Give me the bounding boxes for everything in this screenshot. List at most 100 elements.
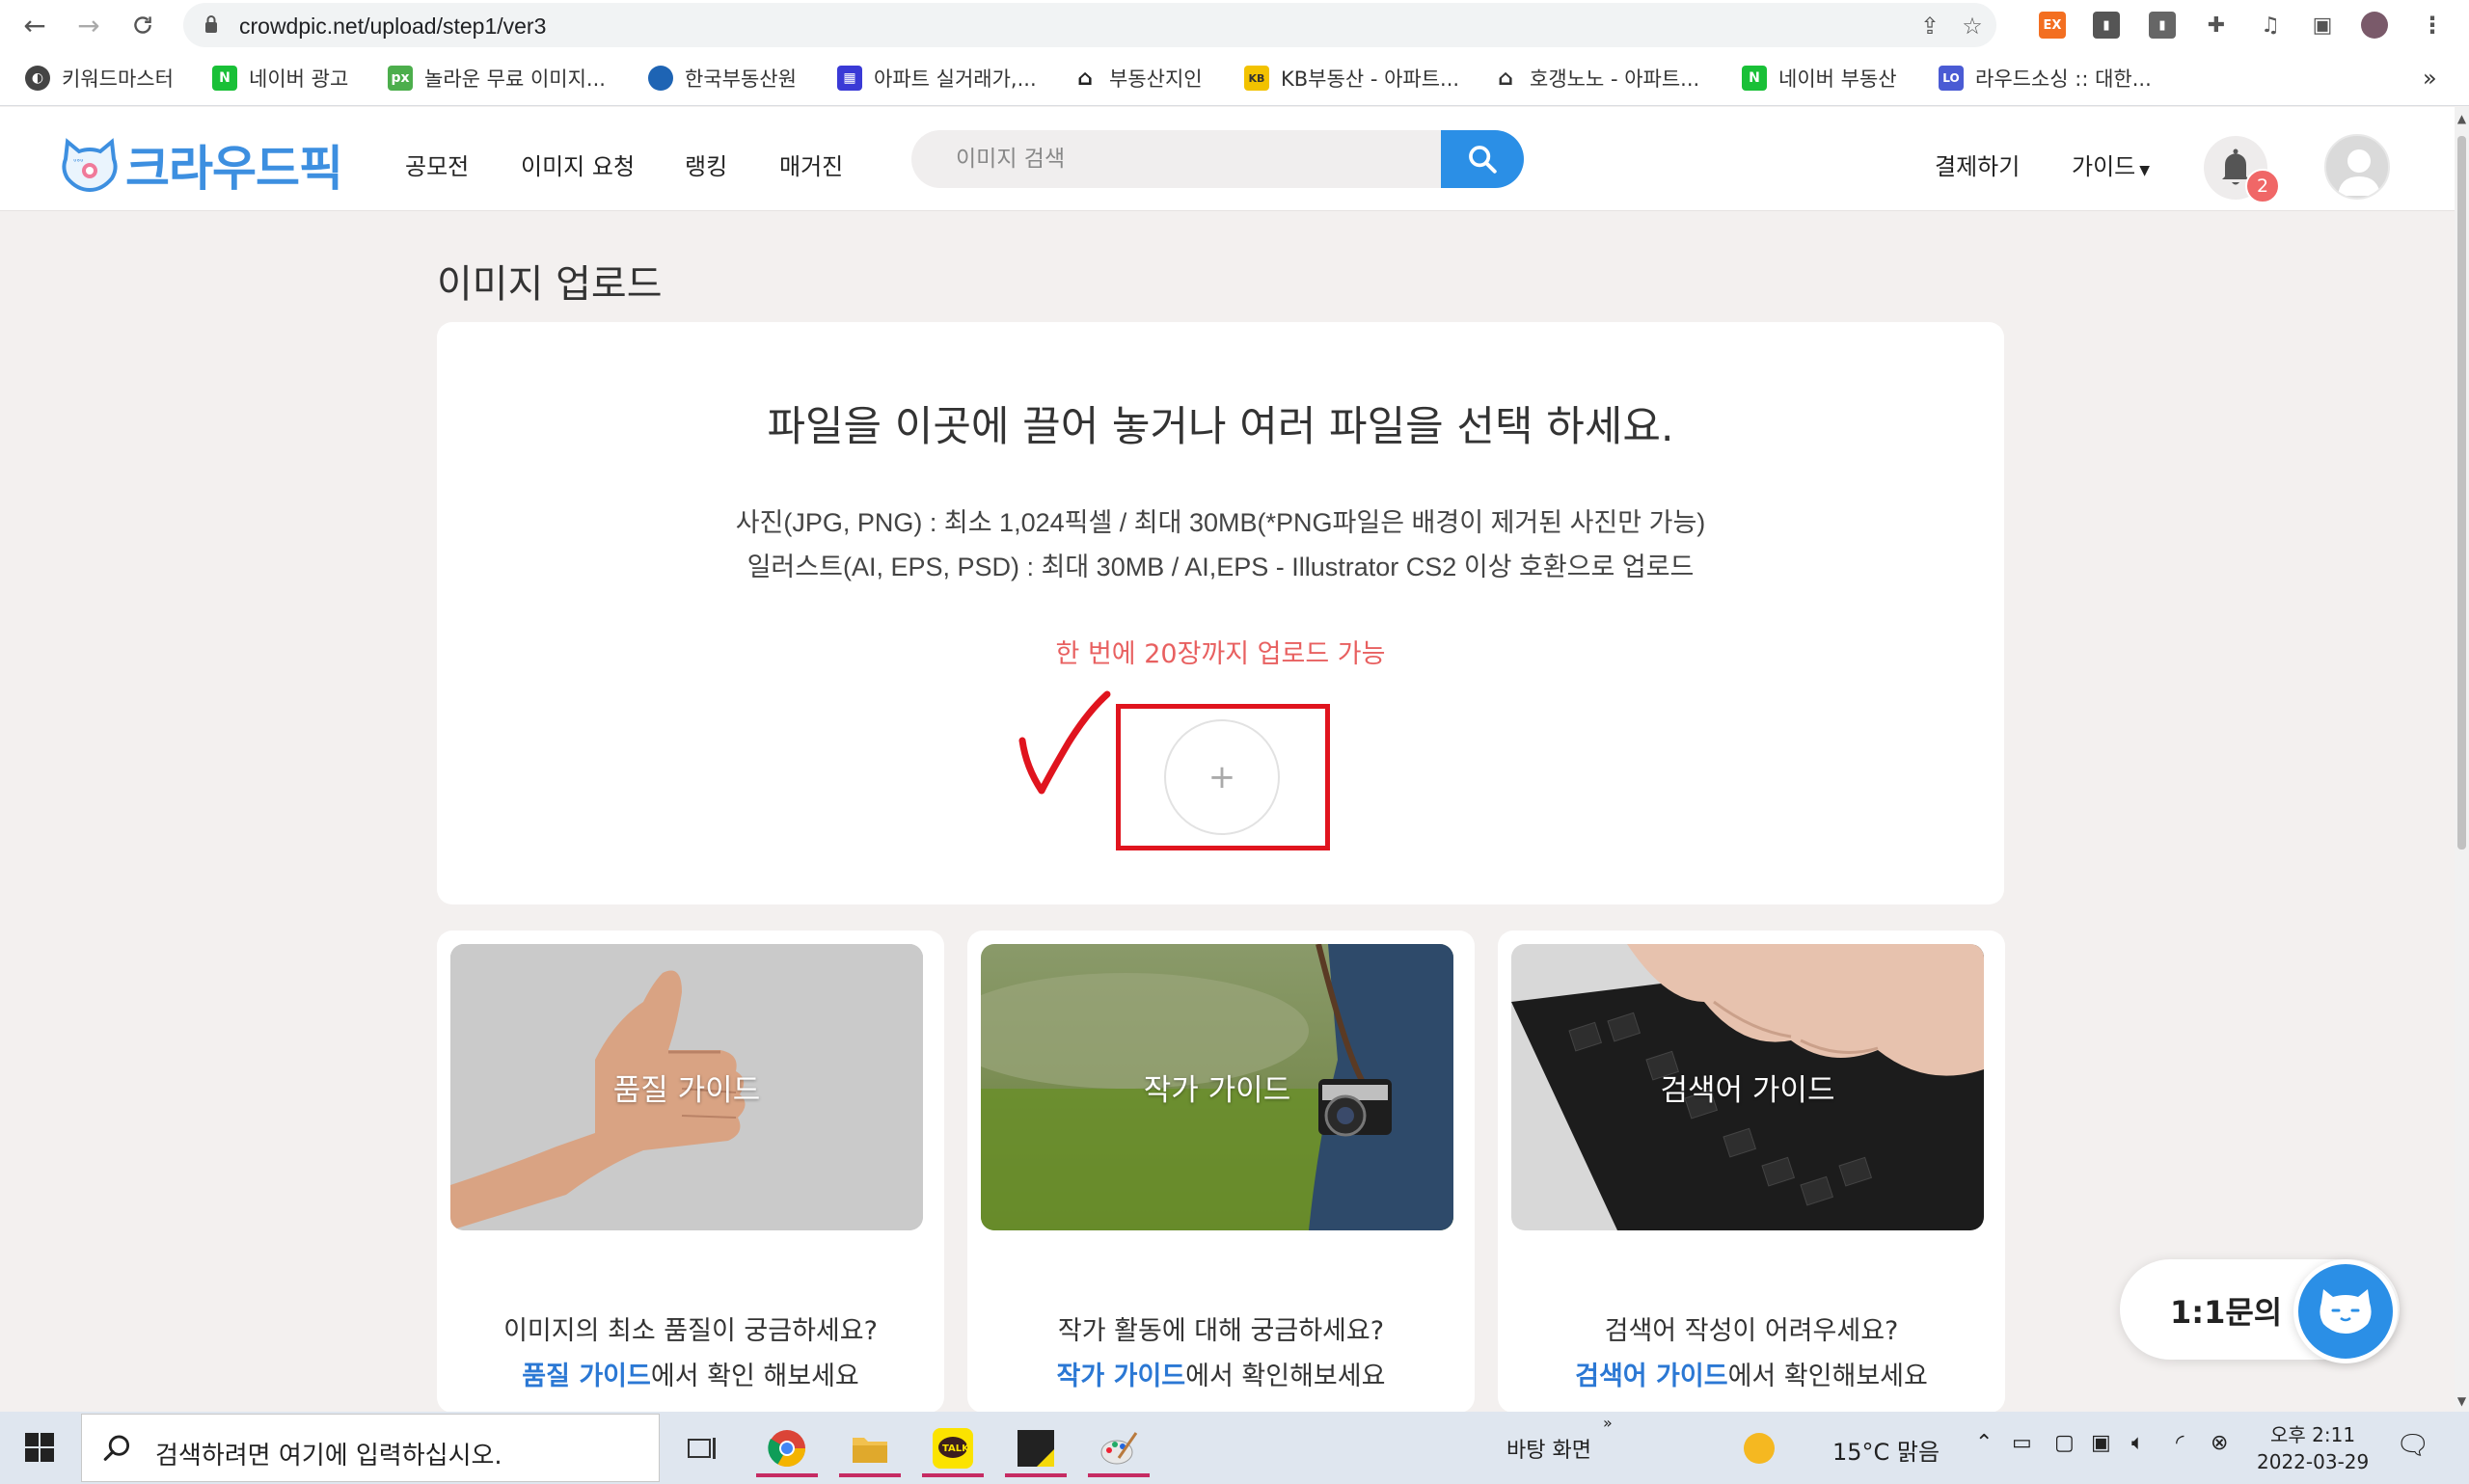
search-button[interactable] xyxy=(1441,130,1524,188)
artist-guide-image[interactable]: 작가 가이드 xyxy=(981,944,1453,1230)
loudsourcing-icon: LO xyxy=(1939,66,1964,91)
nav-magazine[interactable]: 매거진 xyxy=(779,148,843,181)
puzzle-icon[interactable]: ✚ xyxy=(2203,12,2230,39)
guide-image-label: 작가 가이드 xyxy=(1143,1073,1291,1108)
battery-icon[interactable]: ▭ xyxy=(2012,1431,2032,1455)
house-icon: ⌂ xyxy=(1493,66,1518,91)
media-control-icon[interactable]: ♫ xyxy=(2257,12,2284,39)
house-chart-icon: ⌂ xyxy=(1072,66,1098,91)
nav-image-request[interactable]: 이미지 요청 xyxy=(521,148,635,181)
notification-center-icon[interactable]: 🗨︎ xyxy=(2396,1429,2430,1461)
user-avatar[interactable] xyxy=(2324,134,2390,200)
bookmark-item[interactable]: N 네이버 부동산 xyxy=(1742,64,1897,93)
desktop-label[interactable]: 바탕 화면 xyxy=(1506,1433,1591,1464)
paint-icon[interactable] xyxy=(1088,1419,1150,1477)
chevron-icon[interactable]: » xyxy=(1603,1414,1613,1432)
guide-link-suffix: 에서 확인 해보세요 xyxy=(650,1362,859,1391)
bookmark-item[interactable]: KB KB부동산 - 아파트... xyxy=(1244,64,1459,93)
keyword-guide-image[interactable]: 검색어 가이드 xyxy=(1511,944,1984,1230)
keyword-guide-link[interactable]: 검색어 가이드 xyxy=(1575,1362,1727,1391)
cat-chat-icon[interactable] xyxy=(2293,1259,2398,1363)
crowdpic-logo[interactable]: ᐡᐤᐡ 크라우드픽 xyxy=(58,130,343,200)
kakaotalk-icon[interactable]: TALK xyxy=(922,1419,984,1477)
bookmark-label: 호갱노노 - 아파트... xyxy=(1530,67,1700,91)
tray-expand-icon[interactable]: ⌃ xyxy=(1975,1431,1993,1455)
forward-icon[interactable]: → xyxy=(71,8,106,42)
apt-icon: ▦ xyxy=(837,66,862,91)
quality-guide-link[interactable]: 품질 가이드 xyxy=(522,1362,651,1391)
bookmarks-bar: ◐ 키워드마스터 N 네이버 광고 px 놀라운 무료 이미지... 한국부동산원 ▦… xyxy=(0,50,2469,106)
kebab-menu-icon[interactable]: ⋮ xyxy=(2419,12,2446,39)
scroll-up-icon[interactable]: ▲ xyxy=(2455,109,2469,128)
site-header: ᐡᐤᐡ 크라우드픽 공모전 이미지 요청 랭킹 매거진 결제하기 가이드▼ 2 xyxy=(0,107,2455,211)
user-icon xyxy=(2338,149,2380,196)
nav-ranking[interactable]: 랭킹 xyxy=(685,148,727,181)
bookmark-item[interactable]: ⌂ 호갱노노 - 아파트... xyxy=(1493,64,1699,93)
display-icon[interactable]: ▣ xyxy=(2091,1431,2111,1455)
url-text[interactable]: crowdpic.net/upload/step1/ver3 xyxy=(239,13,546,40)
bookmark-label: 키워드마스터 xyxy=(62,67,174,91)
pixabay-icon: px xyxy=(388,66,413,91)
taskbar-search-placeholder: 검색하려면 여기에 입력하십시오. xyxy=(155,1442,502,1471)
clock-time[interactable]: 오후 2:11 xyxy=(2270,1419,2355,1447)
more-bookmarks-icon[interactable]: » xyxy=(2423,64,2437,93)
page-scrollbar[interactable]: ▲ ▼ xyxy=(2455,107,2469,1412)
svg-text:TALK: TALK xyxy=(942,1444,970,1454)
weather-text[interactable]: 15°C 맑음 xyxy=(1832,1433,1940,1467)
pay-link[interactable]: 결제하기 xyxy=(1935,148,2020,181)
volume-icon[interactable]: 🔈︎ xyxy=(2131,1431,2144,1455)
side-panel-icon[interactable]: ▣ xyxy=(2309,12,2336,39)
extension-icon[interactable]: ▮ xyxy=(2149,12,2176,39)
windows-taskbar: 검색하려면 여기에 입력하십시오. TALK 바탕 화면 » 15°C 맑음 ⌃… xyxy=(0,1412,2469,1484)
bookmark-label: 네이버 부동산 xyxy=(1778,67,1897,91)
extension-icon[interactable]: ▮ xyxy=(2093,12,2120,39)
bookmark-item[interactable]: ◐ 키워드마스터 xyxy=(25,64,174,93)
nav-contest[interactable]: 공모전 xyxy=(405,148,469,181)
clock-date[interactable]: 2022-03-29 xyxy=(2257,1450,2369,1473)
quality-guide-card[interactable]: 품질 가이드 이미지의 최소 품질이 궁금하세요? 품질 가이드에서 확인 해보… xyxy=(437,931,944,1413)
add-file-button[interactable]: + xyxy=(1164,719,1280,835)
bookmark-label: 부동산지인 xyxy=(1109,67,1203,91)
sticky-notes-icon[interactable] xyxy=(1005,1419,1067,1477)
bookmark-item[interactable]: ▦ 아파트 실거래가,... xyxy=(837,64,1037,93)
bookmark-item[interactable]: 한국부동산원 xyxy=(648,64,797,93)
scroll-down-icon[interactable]: ▼ xyxy=(2455,1391,2469,1411)
artist-guide-card[interactable]: 작가 가이드 작가 활동에 대해 궁금하세요? 작가 가이드에서 확인해보세요 xyxy=(967,931,1475,1413)
bookmark-item[interactable]: LO 라우드소싱 :: 대한... xyxy=(1939,64,2152,93)
naver-icon: N xyxy=(212,66,237,91)
wifi-icon[interactable]: ◜ xyxy=(2176,1431,2184,1455)
bookmark-label: 아파트 실거래가,... xyxy=(874,67,1037,91)
artist-guide-link[interactable]: 작가 가이드 xyxy=(1057,1362,1186,1391)
back-icon[interactable]: ← xyxy=(17,8,52,42)
keyword-guide-card[interactable]: 검색어 가이드 검색어 작성이 어려우세요? 검색어 가이드에서 확인해보세요 xyxy=(1498,931,2005,1413)
file-explorer-icon[interactable] xyxy=(839,1419,901,1477)
task-view-icon[interactable] xyxy=(671,1419,733,1477)
network-off-icon[interactable]: ⊗ xyxy=(2211,1431,2228,1455)
weather-sun-icon[interactable] xyxy=(1744,1433,1775,1464)
guide-question: 검색어 작성이 어려우세요? xyxy=(1604,1316,1899,1346)
guide-link-suffix: 에서 확인해보세요 xyxy=(1185,1362,1386,1391)
meet-now-icon[interactable]: ▢ xyxy=(2054,1431,2075,1455)
upload-dropzone[interactable]: 파일을 이곳에 끌어 놓거나 여러 파일을 선택 하세요. 사진(JPG, PN… xyxy=(437,322,2004,904)
chrome-taskbar-icon[interactable] xyxy=(756,1419,818,1477)
ex-extension-icon[interactable]: EX xyxy=(2039,12,2066,39)
profile-avatar-icon[interactable] xyxy=(2361,12,2388,39)
naver-icon: N xyxy=(1742,66,1767,91)
share-icon[interactable]: ⇪ xyxy=(1915,12,1944,40)
taskbar-search[interactable]: 검색하려면 여기에 입력하십시오. xyxy=(81,1414,660,1482)
logo-text: 크라우드픽 xyxy=(125,141,343,197)
bookmark-item[interactable]: N 네이버 광고 xyxy=(212,64,348,93)
bookmark-item[interactable]: ⌂ 부동산지인 xyxy=(1072,64,1203,93)
scroll-thumb[interactable] xyxy=(2457,136,2466,850)
windows-start-icon[interactable] xyxy=(25,1433,54,1462)
quality-guide-image[interactable]: 품질 가이드 xyxy=(450,944,923,1230)
guide-image-label: 검색어 가이드 xyxy=(1660,1073,1835,1108)
guide-link-line: 품질 가이드에서 확인 해보세요 xyxy=(437,1355,944,1392)
bookmark-label: 라우드소싱 :: 대한... xyxy=(1975,67,2152,91)
bookmark-item[interactable]: px 놀라운 무료 이미지... xyxy=(388,64,606,93)
bookmark-star-icon[interactable]: ☆ xyxy=(1958,12,1987,40)
search-input[interactable] xyxy=(911,130,1440,188)
reload-icon[interactable] xyxy=(125,8,160,42)
guide-dropdown[interactable]: 가이드 ▼ xyxy=(2072,148,2150,181)
address-bar[interactable]: crowdpic.net/upload/step1/ver3 ⇪ ☆ xyxy=(183,3,1996,47)
